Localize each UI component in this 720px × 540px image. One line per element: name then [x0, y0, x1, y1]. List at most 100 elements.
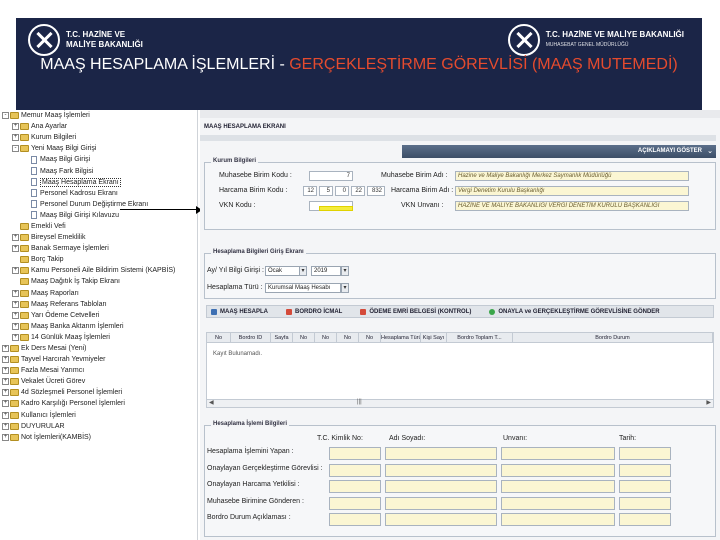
expand-icon[interactable]: +	[12, 289, 19, 297]
name-field[interactable]	[385, 496, 497, 510]
tree-item[interactable]: - Memur Maaş İşlemleri	[0, 110, 197, 121]
grid-column-header[interactable]: No	[293, 333, 315, 343]
collapse-icon[interactable]: -	[2, 112, 9, 120]
expand-icon[interactable]: +	[12, 245, 19, 253]
grid-column-header[interactable]: No	[207, 333, 231, 343]
title-field[interactable]	[501, 480, 615, 493]
muhasebe-code-field[interactable]: 7	[309, 171, 353, 181]
expand-icon[interactable]: +	[12, 123, 19, 131]
title-field[interactable]	[501, 463, 615, 477]
expand-icon[interactable]: +	[2, 345, 9, 353]
date-field[interactable]	[619, 463, 671, 477]
tree-item[interactable]: +14 Günlük Maaş İşlemleri	[0, 332, 197, 343]
harcama-code-part-2[interactable]: 5	[319, 186, 333, 196]
tree-item[interactable]: + Ek Ders Mesai (Yeni)	[0, 343, 197, 354]
tree-item[interactable]: + Kadro Karşılığı Personel İşlemleri	[0, 398, 197, 409]
harcama-name-field[interactable]: Vergi Denetim Kurulu Başkanlığı	[455, 186, 689, 196]
grid-scrollbar[interactable]: ◀ ||| ▶	[207, 399, 713, 407]
expand-icon[interactable]: +	[12, 300, 19, 308]
tree-item[interactable]: + Vekalet Ücreti Görev	[0, 376, 197, 387]
grid-column-header[interactable]: Kişi Sayı	[421, 333, 447, 343]
tree-item[interactable]: + Kamu Personeli Aile Bildirim Sistemi (K…	[0, 265, 197, 276]
payroll-summary-button[interactable]: BORDRO İCMAL	[282, 308, 342, 315]
tree-item[interactable]: Borç Takip	[0, 254, 197, 265]
expand-icon[interactable]: +	[12, 134, 19, 142]
show-description-button[interactable]: AÇIKLAMAYI GÖSTER ⌄	[402, 145, 716, 158]
name-field[interactable]	[385, 463, 497, 477]
tree-item[interactable]: + Kullanıcı İşlemleri	[0, 410, 197, 421]
tree-item[interactable]: + Maaş Banka Aktarım İşlemleri	[0, 321, 197, 332]
expand-icon[interactable]: +	[2, 389, 9, 397]
tree-item[interactable]: + Kurum Bilgileri	[0, 132, 197, 143]
expand-icon[interactable]: +	[2, 433, 9, 441]
tree-item[interactable]: + Banak Sermaye İşlemleri	[0, 243, 197, 254]
tree-item[interactable]: Maaş Bilgi Girişi Kılavuzu	[0, 210, 197, 221]
tc-field[interactable]	[329, 496, 381, 510]
expand-icon[interactable]: +	[2, 400, 9, 408]
tree-item[interactable]: + Fazla Mesai Yarımcı	[0, 365, 197, 376]
tree-item[interactable]: + DUYURULAR	[0, 421, 197, 432]
expand-icon[interactable]: +	[12, 322, 19, 330]
year-select[interactable]: 2019	[311, 266, 341, 276]
name-field[interactable]	[385, 447, 497, 460]
date-field[interactable]	[619, 513, 671, 526]
grid-column-header[interactable]: No	[315, 333, 337, 343]
expand-icon[interactable]: +	[12, 267, 19, 275]
expand-icon[interactable]: +	[2, 422, 9, 430]
scroll-left-icon[interactable]: ◀	[209, 399, 214, 406]
harcama-code-part-3[interactable]: 0	[335, 186, 349, 196]
harcama-code-part-4[interactable]: 22	[351, 186, 365, 196]
tc-field[interactable]	[329, 513, 381, 526]
tree-item[interactable]: Personel Kadrosu Ekranı	[0, 188, 197, 199]
tree-item[interactable]: + Tayvel Harcırah Yevmiyeler	[0, 354, 197, 365]
tree-item[interactable]: + Bireysel Emeklilik	[0, 232, 197, 243]
title-field[interactable]	[501, 496, 615, 510]
tree-item[interactable]: + Yarı Ödeme Cetvelleri	[0, 310, 197, 321]
tree-item[interactable]: - Yeni Maaş Bilgi Girişi	[0, 143, 197, 154]
collapse-icon[interactable]: -	[12, 145, 19, 153]
expand-icon[interactable]: +	[12, 333, 19, 341]
tree-item[interactable]: Maaş Dağıtık İş Takip Ekranı	[0, 276, 197, 287]
grid-column-header[interactable]: Sayfa	[271, 333, 293, 343]
approve-send-button[interactable]: ONAYLA ve GERÇEKLEŞTİRME GÖREVLİSİNE GÖN…	[485, 308, 660, 315]
scroll-thumb[interactable]: |||	[357, 399, 362, 405]
grid-column-header[interactable]: Hesaplama Türü	[381, 333, 421, 343]
tree-item[interactable]: Maaş Bilgi Girişi	[0, 154, 197, 165]
tree-item[interactable]: + Not İşlemleri(KAMBİS)	[0, 432, 197, 443]
title-field[interactable]	[501, 513, 615, 526]
payment-order-button[interactable]: ÖDEME EMRİ BELGESİ (KONTROL)	[356, 308, 471, 315]
grid-column-header[interactable]: No	[337, 333, 359, 343]
harcama-code-part-1[interactable]: 12	[303, 186, 317, 196]
tree-item[interactable]: Emekli Vefi	[0, 221, 197, 232]
expand-icon[interactable]: +	[12, 311, 19, 319]
month-select-chevron-down-icon[interactable]: ▾	[299, 266, 307, 276]
tc-field[interactable]	[329, 463, 381, 477]
grid-column-header[interactable]: No	[359, 333, 381, 343]
date-field[interactable]	[619, 496, 671, 510]
tree-item[interactable]: + Maaş Referans Tabloları	[0, 299, 197, 310]
expand-icon[interactable]: +	[2, 411, 9, 419]
calc-type-chevron-down-icon[interactable]: ▾	[341, 283, 349, 293]
expand-icon[interactable]: +	[2, 356, 9, 364]
grid-column-header[interactable]: Bordro Toplam T...	[447, 333, 513, 343]
date-field[interactable]	[619, 480, 671, 493]
calc-type-select[interactable]: Kurumsal Maaş Hesabı	[265, 283, 341, 293]
harcama-code-part-5[interactable]: 832	[367, 186, 385, 196]
title-field[interactable]	[501, 447, 615, 460]
scroll-right-icon[interactable]: ▶	[706, 399, 711, 406]
grid-column-header[interactable]: Bordro Durum	[513, 333, 713, 343]
muhasebe-name-field[interactable]: Hazine ve Maliye Bakanlığı Merkez Sayman…	[455, 171, 689, 181]
vkn-title-field[interactable]: HAZİNE VE MALİYE BAKANLIĞI VERGİ DENETİM…	[455, 201, 689, 211]
name-field[interactable]	[385, 480, 497, 493]
expand-icon[interactable]: +	[2, 378, 9, 386]
expand-icon[interactable]: +	[2, 367, 9, 375]
tree-item[interactable]: Maaş Hesaplama Ekranı	[0, 177, 197, 188]
tree-item[interactable]: + Maaş Raporları	[0, 288, 197, 299]
date-field[interactable]	[619, 447, 671, 460]
tc-field[interactable]	[329, 480, 381, 493]
expand-icon[interactable]: +	[12, 234, 19, 242]
tree-item[interactable]: + Ana Ayarlar	[0, 121, 197, 132]
calculate-salary-button[interactable]: MAAŞ HESAPLA	[207, 308, 268, 315]
tree-item[interactable]: Maaş Fark Bilgisi	[0, 165, 197, 176]
tc-field[interactable]	[329, 447, 381, 460]
